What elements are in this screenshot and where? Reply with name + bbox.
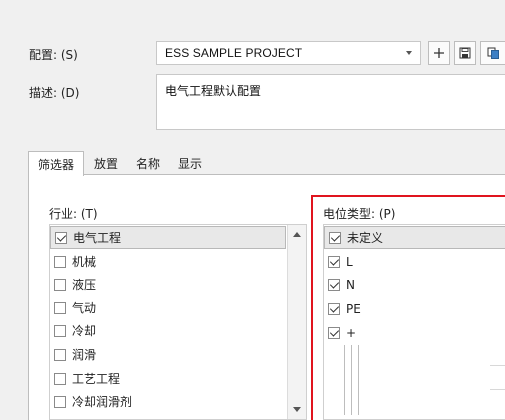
divider xyxy=(490,389,505,390)
tab-strip: 筛选器 放置 名称 显示 xyxy=(28,151,505,176)
list-item-label: 电气工程 xyxy=(73,231,122,245)
checkbox[interactable] xyxy=(329,231,341,244)
divider xyxy=(490,365,505,366)
scroll-up-button[interactable] xyxy=(288,226,306,243)
list-item-label: 气动 xyxy=(72,301,97,315)
checkbox[interactable] xyxy=(328,278,340,291)
chevron-up-icon xyxy=(293,232,301,237)
checkbox[interactable] xyxy=(54,372,66,385)
save-icon xyxy=(459,47,471,59)
list-item-label: 工艺工程 xyxy=(72,372,121,386)
tab-name[interactable]: 名称 xyxy=(130,151,166,175)
checkbox[interactable] xyxy=(54,324,66,337)
list-item-label: 冷却润滑剂 xyxy=(72,395,133,409)
description-field[interactable]: 电气工程默认配置 xyxy=(156,74,505,130)
list-item-undefined[interactable]: 未定义 xyxy=(324,226,505,249)
description-value: 电气工程默认配置 xyxy=(165,84,262,98)
list-item-label: 冷却 xyxy=(72,324,97,338)
scroll-down-button[interactable] xyxy=(288,401,306,418)
potential-type-list[interactable]: 未定义 L N PE + xyxy=(323,224,505,420)
industry-list[interactable]: 电气工程 机械 液压 气动 冷却 润滑 工艺工程 冷却润滑剂 xyxy=(49,224,307,420)
tab-label: 放置 xyxy=(93,157,118,171)
checkbox[interactable] xyxy=(328,302,340,315)
chevron-down-icon[interactable] xyxy=(406,51,412,55)
list-item[interactable]: 机械 xyxy=(50,250,306,273)
list-item[interactable]: 冷却润滑剂 xyxy=(50,390,306,413)
config-value: ESS SAMPLE PROJECT xyxy=(165,46,303,60)
list-item-electrical[interactable]: 电气工程 xyxy=(50,226,286,249)
list-item-label: N xyxy=(346,277,355,292)
checkbox[interactable] xyxy=(54,395,66,408)
checkbox[interactable] xyxy=(54,301,66,314)
checkbox[interactable] xyxy=(328,255,340,268)
config-combobox[interactable]: ESS SAMPLE PROJECT xyxy=(156,41,421,65)
list-item[interactable]: 冷却 xyxy=(50,319,306,342)
list-item[interactable]: + xyxy=(324,321,505,344)
industry-label: 行业: (T) xyxy=(49,207,98,221)
list-item[interactable]: 气动 xyxy=(50,296,306,319)
industry-scrollbar[interactable] xyxy=(287,225,306,419)
list-item-label: 未定义 xyxy=(347,231,384,245)
checkbox[interactable] xyxy=(54,278,66,291)
checkbox[interactable] xyxy=(55,231,67,244)
list-item[interactable]: PE xyxy=(324,297,505,320)
list-item-label: PE xyxy=(346,301,361,316)
list-item[interactable]: L xyxy=(324,250,505,273)
description-label: 描述: (D) xyxy=(29,86,80,100)
checkbox[interactable] xyxy=(54,348,66,361)
tab-label: 名称 xyxy=(135,157,160,171)
tab-display[interactable]: 显示 xyxy=(172,151,208,175)
list-item[interactable]: N xyxy=(324,273,505,296)
list-item[interactable]: 润滑 xyxy=(50,343,306,366)
list-item-label: + xyxy=(346,325,357,340)
config-label: 配置: (S) xyxy=(29,48,78,62)
checkbox[interactable] xyxy=(328,326,340,339)
chevron-down-icon xyxy=(293,407,301,412)
copy-icon xyxy=(487,47,499,59)
list-item[interactable]: 液压 xyxy=(50,273,306,296)
list-item[interactable]: 工艺工程 xyxy=(50,367,306,390)
tab-placement[interactable]: 放置 xyxy=(88,151,124,175)
list-item-label: 液压 xyxy=(72,278,97,292)
list-item-label: L xyxy=(346,254,353,269)
checkbox[interactable] xyxy=(54,255,66,268)
tab-label: 显示 xyxy=(177,157,202,171)
add-config-button[interactable] xyxy=(428,41,450,65)
tab-label: 筛选器 xyxy=(37,158,74,172)
potential-type-label: 电位类型: (P) xyxy=(323,207,396,221)
copy-config-button[interactable] xyxy=(480,41,505,65)
plus-icon xyxy=(434,48,444,58)
tab-filter[interactable]: 筛选器 xyxy=(28,151,84,176)
list-remnant xyxy=(342,345,362,415)
list-item-label: 机械 xyxy=(72,255,97,269)
list-item-label: 润滑 xyxy=(72,348,97,362)
save-config-button[interactable] xyxy=(454,41,476,65)
